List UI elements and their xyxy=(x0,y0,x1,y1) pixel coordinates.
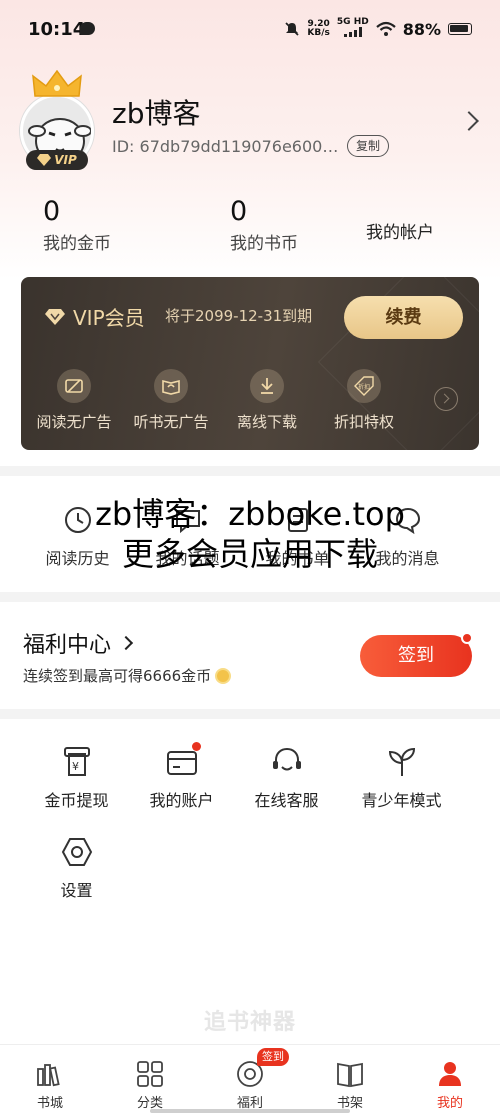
overlay-watermark-line2: 更多会员应用下载 xyxy=(121,535,378,573)
crown-icon xyxy=(32,70,82,97)
username: zb博客 xyxy=(112,97,201,130)
overlay-watermark-line1: zb博客：zbboke.top xyxy=(95,495,405,533)
settings-icon xyxy=(60,835,94,869)
bookshelf-icon xyxy=(335,1059,365,1089)
battery-percent: 88% xyxy=(402,19,441,39)
tab-welfare[interactable]: 福利 xyxy=(200,1059,300,1111)
tool-customer-service[interactable]: 在线客服 xyxy=(234,745,339,811)
tool-label: 我的账户 xyxy=(149,791,214,810)
network-type-label: 5G HD xyxy=(336,17,369,27)
avatar[interactable]: VIP xyxy=(18,70,98,170)
renew-button[interactable]: 续费 xyxy=(344,296,463,339)
book-coins-value: 0 xyxy=(230,196,248,227)
bookstore-icon xyxy=(35,1059,65,1089)
tab-profile[interactable]: 我的 xyxy=(400,1059,500,1111)
vip-badge-label: VIP xyxy=(54,153,77,167)
tab-label: 书城 xyxy=(36,1096,63,1111)
vip-diamond-icon xyxy=(45,308,65,325)
tab-category[interactable]: 分类 xyxy=(100,1059,200,1111)
net-speed: 9.20 KB/s xyxy=(307,20,329,38)
section-divider xyxy=(0,592,500,602)
net-speed-unit: KB/s xyxy=(307,28,330,38)
tool-coin-withdraw[interactable]: ¥ 金币提现 xyxy=(24,745,129,811)
tool-settings[interactable]: 设置 xyxy=(24,835,129,901)
perk-label: 听书无广告 xyxy=(133,413,209,431)
welfare-subtitle: 连续签到最高可得6666金币 xyxy=(23,665,232,686)
my-account-link[interactable]: 我的帐户 xyxy=(366,218,434,243)
tool-my-account[interactable]: 我的账户 xyxy=(129,742,234,811)
tab-label: 我的 xyxy=(436,1096,463,1111)
signal-icon xyxy=(343,27,362,37)
tab-bookshelf[interactable]: 书架 xyxy=(300,1059,400,1111)
tab-bookstore[interactable]: 书城 xyxy=(0,1059,100,1111)
discount-tag-icon: 折扣 xyxy=(347,369,381,403)
wallet-icon xyxy=(165,742,201,779)
section-divider xyxy=(0,466,500,476)
perk-offline-download[interactable]: 离线下载 xyxy=(222,369,312,432)
profile-chevron-right-icon[interactable] xyxy=(459,111,479,131)
tool-label: 在线客服 xyxy=(254,791,319,810)
coins-value: 0 xyxy=(43,196,61,227)
vip-title-label: VIP会员 xyxy=(73,306,145,330)
mute-icon xyxy=(285,22,300,36)
welfare-title: 福利中心 xyxy=(23,633,112,658)
status-bar: 10:14 9.20 KB/s 5G HD 88% xyxy=(0,0,500,60)
audio-book-icon xyxy=(154,369,188,403)
network-type: 5G HD xyxy=(337,18,369,40)
user-id: ID: 67db79dd119076e600… xyxy=(112,137,339,156)
perk-label: 折扣特权 xyxy=(333,413,394,431)
profile-page: 10:14 9.20 KB/s 5G HD 88% VIP zb博客 ID: 6… xyxy=(0,0,500,1115)
status-time: 10:14 xyxy=(28,19,86,40)
no-ad-icon xyxy=(57,369,91,403)
diamond-icon xyxy=(37,154,52,166)
sign-in-button[interactable]: 签到 xyxy=(360,635,472,677)
overlay-watermark: zb博客：zbboke.top 更多会员应用下载 xyxy=(0,494,500,574)
coin-icon xyxy=(215,667,232,684)
category-icon xyxy=(135,1059,165,1089)
tool-label: 金币提现 xyxy=(44,791,109,810)
sprout-icon xyxy=(385,745,419,779)
coins-stat[interactable]: 0 我的金币 xyxy=(43,196,111,254)
coin-withdraw-icon: ¥ xyxy=(60,745,94,779)
bottom-tab-bar: 书城 分类 福利 书架 我的 xyxy=(0,1044,500,1115)
perk-label: 离线下载 xyxy=(236,413,297,431)
account-notification-dot xyxy=(191,742,201,751)
book-coins-stat[interactable]: 0 我的书币 xyxy=(230,196,298,254)
vip-title: VIP会员 xyxy=(45,302,145,331)
vip-card[interactable]: VIP会员 将于2099-12-31到期 续费 阅读无广告 听书无广告 离线下载… xyxy=(21,277,479,450)
status-indicators: 9.20 KB/s 5G HD 88% xyxy=(284,18,472,40)
welfare-sign-in-badge: 签到 xyxy=(257,1048,289,1066)
brand-watermark: 追书神器 xyxy=(203,1010,296,1035)
discount-tag-text: 折扣 xyxy=(358,383,370,391)
copy-id-button[interactable]: 复制 xyxy=(347,135,390,157)
tool-teen-mode[interactable]: 青少年模式 xyxy=(349,745,454,811)
perk-discount[interactable]: 折扣 折扣特权 xyxy=(319,369,409,432)
perk-no-ad[interactable]: 阅读无广告 xyxy=(29,369,119,432)
tool-label: 青少年模式 xyxy=(361,791,442,810)
download-icon xyxy=(250,369,284,403)
customer-service-icon xyxy=(270,745,304,779)
wifi-icon xyxy=(375,21,396,36)
perk-audio-no-ad[interactable]: 听书无广告 xyxy=(126,369,216,432)
message-notification-icon xyxy=(80,22,95,35)
vip-expire-date: 将于2099-12-31到期 xyxy=(165,307,313,325)
perks-more-chevron-icon[interactable] xyxy=(434,387,458,411)
chevron-right-icon xyxy=(118,635,134,651)
home-indicator[interactable] xyxy=(150,1109,350,1113)
welfare-center-link[interactable]: 福利中心 xyxy=(23,627,134,659)
book-coins-label: 我的书币 xyxy=(230,234,298,254)
svg-text:¥: ¥ xyxy=(72,760,79,773)
welfare-subtitle-text: 连续签到最高可得6666金币 xyxy=(23,667,212,685)
coins-label: 我的金币 xyxy=(43,234,111,254)
section-divider xyxy=(0,709,500,719)
vip-badge: VIP xyxy=(26,150,88,170)
perk-label: 阅读无广告 xyxy=(36,413,112,431)
tool-label: 设置 xyxy=(60,881,93,900)
sign-in-notification-dot xyxy=(461,632,473,644)
battery-icon xyxy=(448,23,472,35)
profile-icon xyxy=(435,1059,465,1089)
